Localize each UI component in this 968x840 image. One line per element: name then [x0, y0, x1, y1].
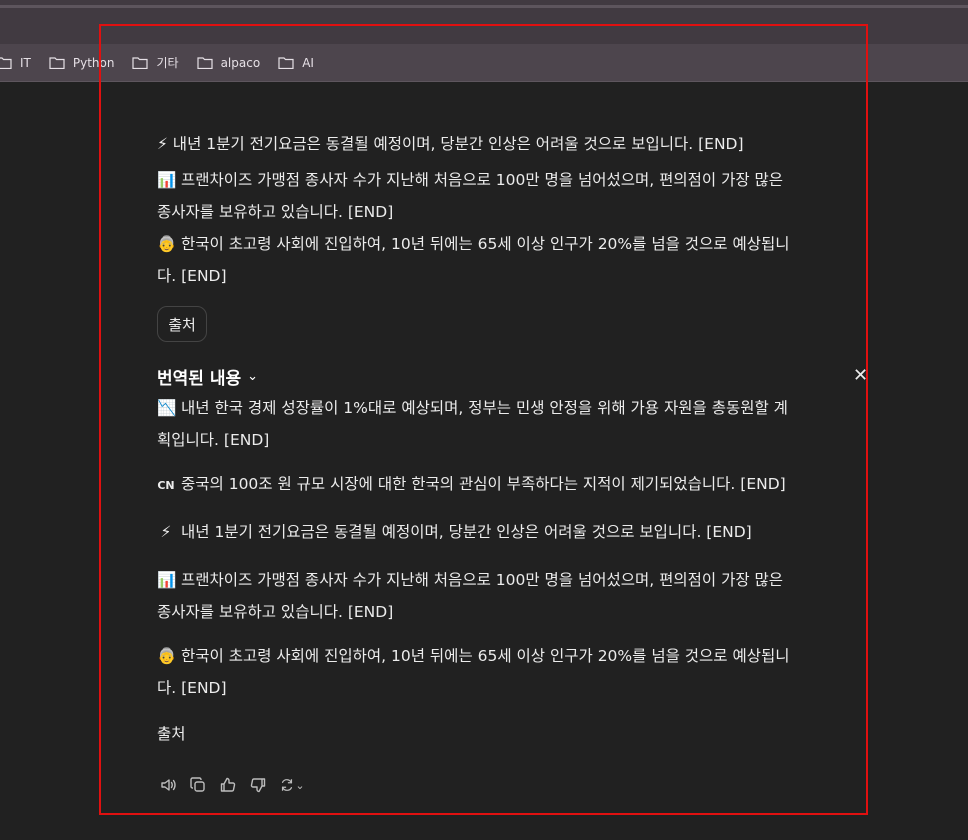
source-label: 출처 [157, 725, 186, 743]
thumbs-down-icon[interactable] [247, 774, 269, 796]
chart-icon: 📊 [157, 171, 177, 189]
close-icon[interactable]: ✕ [853, 365, 866, 386]
chart-down-icon: 📉 [157, 399, 177, 417]
news-line: 한국이 초고령 사회에 진입하여, 10년 뒤에는 65세 이상 인구가 20%… [181, 235, 790, 253]
copy-icon[interactable] [187, 774, 209, 796]
selected-response-region: ⚡ 내년 1분기 전기요금은 동결될 예정이며, 당분간 인상은 어려울 것으로… [99, 24, 868, 815]
response-actions: ⌄ [157, 774, 315, 796]
folder-icon [0, 56, 12, 69]
news-item: 👵 한국이 초고령 사회에 진입하여, 10년 뒤에는 65세 이상 인구가 20… [157, 228, 857, 292]
thumbs-up-icon[interactable] [217, 774, 239, 796]
translated-line: 중국의 100조 원 규모 시장에 대한 한국의 관심이 부족하다는 지적이 제… [181, 475, 786, 493]
translated-line: 내년 1분기 전기요금은 동결될 예정이며, 당분간 인상은 어려울 것으로 보… [181, 523, 752, 541]
bookmark-label: IT [20, 55, 31, 70]
translated-item: 👵 한국이 초고령 사회에 진입하여, 10년 뒤에는 65세 이상 인구가 20… [157, 640, 857, 704]
translated-heading-label: 번역된 내용 [157, 369, 242, 389]
chart-icon: 📊 [157, 571, 177, 589]
elderly-icon: 👵 [157, 647, 177, 665]
lightning-icon: ⚡ [160, 523, 172, 541]
news-line: 종사자를 보유하고 있습니다. [END] [157, 203, 394, 221]
chevron-down-icon: ⌄ [295, 778, 305, 792]
speaker-icon[interactable] [157, 774, 179, 796]
regenerate-icon[interactable]: ⌄ [277, 774, 307, 796]
translated-heading[interactable]: 번역된 내용 ⌄ [157, 364, 258, 389]
translated-item: 📉 내년 한국 경제 성장률이 1%대로 예상되며, 정부는 민생 안정을 위해 … [157, 392, 857, 456]
news-item-cut: ⚡ 내년 1분기 전기요금은 동결될 예정이며, 당분간 인상은 어려울 것으로… [157, 128, 857, 160]
translated-line: 프랜차이즈 가맹점 종사자 수가 지난해 처음으로 100만 명을 넘어섰으며,… [181, 571, 784, 589]
translated-line: 한국이 초고령 사회에 진입하여, 10년 뒤에는 65세 이상 인구가 20%… [181, 647, 790, 665]
elderly-icon: 👵 [157, 235, 177, 253]
news-item: 📊 프랜차이즈 가맹점 종사자 수가 지난해 처음으로 100만 명을 넘어섰으며… [157, 164, 857, 228]
translated-line: 내년 한국 경제 성장률이 1%대로 예상되며, 정부는 민생 안정을 위해 가… [181, 399, 788, 417]
translated-line: 획입니다. [END] [157, 431, 270, 449]
translated-line: 다. [END] [157, 679, 227, 697]
translated-item: 📊 프랜차이즈 가맹점 종사자 수가 지난해 처음으로 100만 명을 넘어섰으며… [157, 564, 857, 628]
china-flag-icon: CN [157, 479, 175, 492]
folder-icon [49, 56, 65, 69]
translated-item: CN 중국의 100조 원 규모 시장에 대한 한국의 관심이 부족하다는 지적이… [157, 468, 857, 502]
tab-strip [0, 5, 968, 8]
news-line: 다. [END] [157, 267, 227, 285]
translated-item: ⚡ 내년 1분기 전기요금은 동결될 예정이며, 당분간 인상은 어려울 것으로 … [157, 516, 857, 548]
bookmark-folder-it[interactable]: IT [0, 56, 31, 70]
chevron-down-icon: ⌄ [247, 369, 259, 384]
news-line: ⚡ 내년 1분기 전기요금은 동결될 예정이며, 당분간 인상은 어려울 것으로… [157, 135, 744, 153]
source-button[interactable]: 출처 [157, 306, 207, 342]
translated-line: 종사자를 보유하고 있습니다. [END] [157, 603, 394, 621]
news-line: 프랜차이즈 가맹점 종사자 수가 지난해 처음으로 100만 명을 넘어섰으며,… [181, 171, 784, 189]
